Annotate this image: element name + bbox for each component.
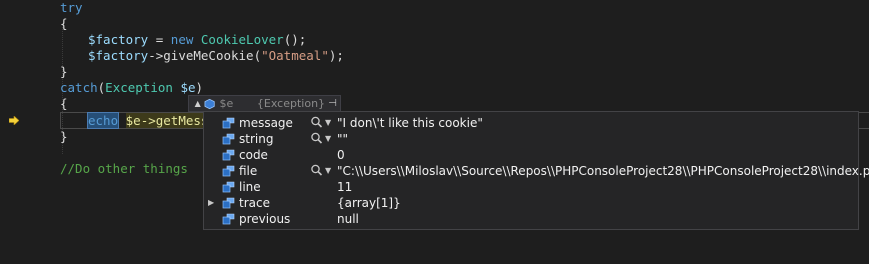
visualizer-dropdown-icon[interactable]: ▼ (325, 163, 331, 179)
datatip-row-code[interactable]: code 0 (204, 147, 858, 163)
keyword-try: try (60, 0, 83, 15)
editor-gutter[interactable] (0, 0, 22, 264)
code-line-5[interactable]: } (60, 64, 68, 80)
field-name: line (239, 180, 261, 194)
variable-factory: $factory (88, 48, 149, 63)
field-name: trace (239, 196, 270, 210)
method-call: ->giveMeCookie( (148, 48, 262, 63)
datatip-row-string[interactable]: string ▼ "" (204, 131, 858, 147)
code-line-11[interactable]: //Do other things (60, 161, 188, 177)
code-line-6[interactable]: catch(Exception $e) (60, 80, 203, 96)
paren-close: ) (195, 80, 204, 95)
field-icon (222, 181, 235, 193)
datatip-row-previous[interactable]: previous null (204, 211, 858, 227)
field-name: previous (239, 212, 291, 226)
datatip-row-line[interactable]: line 11 (204, 179, 858, 195)
datatip-row-file[interactable]: file ▼ "C:\\Users\\Miloslav\\Source\\Repos… (204, 163, 869, 179)
exception-type: Exception (105, 80, 173, 95)
call-end: (); (283, 32, 307, 47)
field-value[interactable]: "I don\'t like this cookie" (337, 115, 483, 131)
datatip-variable-name: $e (219, 97, 234, 110)
magnifier-icon[interactable] (310, 163, 324, 177)
field-name: message (239, 116, 293, 130)
magnifier-icon[interactable] (310, 115, 324, 129)
field-icon (222, 149, 235, 161)
class-name: CookieLover (200, 32, 284, 47)
field-value[interactable]: null (337, 211, 359, 227)
code-line-3[interactable]: $factory = new CookieLover(); (88, 32, 306, 48)
datatip-variable-type: {Exception} (256, 97, 326, 110)
field-icon (222, 213, 235, 225)
brace-close: } (60, 129, 68, 144)
brace-open: { (60, 16, 68, 31)
field-icon (222, 133, 235, 145)
datatip-panel: message ▼ "I don\'t like this cookie" strin… (203, 111, 869, 230)
keyword-new: new (170, 32, 194, 47)
brace-close: } (60, 64, 68, 79)
field-name: file (239, 164, 258, 178)
field-value[interactable]: "" (337, 131, 348, 147)
visualizer-dropdown-icon[interactable]: ▼ (325, 115, 331, 131)
comment: //Do other things (60, 161, 188, 176)
field-icon (222, 165, 235, 177)
code-line-8[interactable]: echo $e->getMessa (86, 112, 216, 129)
current-statement-arrow-icon (9, 116, 19, 125)
field-name: string (239, 132, 274, 146)
code-line-1[interactable]: try (60, 0, 83, 16)
code-line-4[interactable]: $factory->giveMeCookie("Oatmeal"); (88, 48, 344, 64)
magnifier-icon[interactable] (310, 131, 324, 145)
call-end: ); (328, 48, 344, 63)
field-name: code (239, 148, 268, 162)
code-line-9[interactable]: } (60, 129, 68, 145)
field-value[interactable]: {array[1]} (337, 195, 401, 211)
string-literal: "Oatmeal" (261, 48, 329, 63)
visualizer-dropdown-icon[interactable]: ▼ (325, 131, 331, 147)
code-line-7[interactable]: { (60, 96, 68, 112)
variable-factory: $factory (88, 32, 149, 47)
keyword-echo: echo (86, 112, 120, 129)
object-icon (204, 98, 215, 109)
brace-open: { (60, 96, 68, 111)
collapse-chevron-icon[interactable]: ▲ (193, 99, 202, 108)
operator-assign: = (148, 32, 171, 47)
field-value[interactable]: "C:\\Users\\Miloslav\\Source\\Repos\\PHP… (337, 163, 869, 179)
field-icon (222, 197, 235, 209)
code-line-2[interactable]: { (60, 16, 68, 32)
expand-chevron-icon[interactable]: ▶ (208, 195, 216, 211)
pin-icon[interactable]: ⊣ (325, 98, 340, 109)
datatip-row-trace[interactable]: ▶ trace {array[1]} (204, 195, 858, 211)
field-value[interactable]: 0 (337, 147, 345, 163)
field-icon (222, 117, 235, 129)
field-value[interactable]: 11 (337, 179, 352, 195)
variable-e: $e (180, 80, 196, 95)
datatip-header[interactable]: ▲ $e {Exception} ⊣ (188, 95, 341, 112)
datatip-row-message[interactable]: message ▼ "I don\'t like this cookie" (204, 115, 858, 131)
keyword-catch: catch (60, 80, 98, 95)
